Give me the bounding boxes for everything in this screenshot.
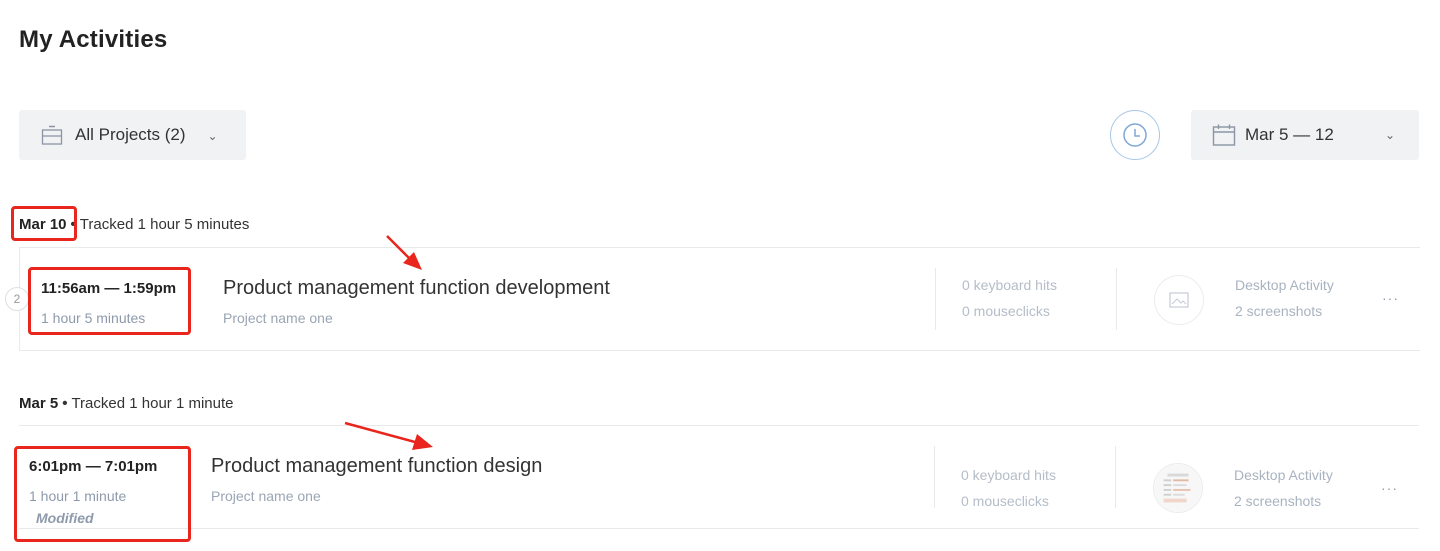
divider xyxy=(935,268,936,330)
projects-filter-dropdown[interactable]: All Projects (2) ⌄ xyxy=(19,110,246,160)
more-options-button[interactable]: ··· xyxy=(1381,480,1398,496)
activity-project-name: Project name one xyxy=(223,310,333,326)
day-header: Mar 10 • Tracked 1 hour 5 minutes xyxy=(19,216,249,233)
day-header: Mar 5 • Tracked 1 hour 1 minute xyxy=(19,395,233,412)
more-options-button[interactable]: ··· xyxy=(1382,290,1399,306)
chevron-down-icon: ⌄ xyxy=(1384,128,1395,142)
activity-project-name: Project name one xyxy=(211,488,321,504)
activity-title: Product management function development xyxy=(223,277,610,299)
calendar-icon xyxy=(1212,124,1236,146)
activity-time-range: 6:01pm — 7:01pm xyxy=(29,458,158,475)
activity-title: Product management function design xyxy=(211,455,543,477)
chevron-down-icon: ⌄ xyxy=(207,129,218,143)
keyboard-hits: 0 keyboard hits xyxy=(962,277,1057,293)
day-date: Mar 10 xyxy=(19,216,67,233)
activity-group-count-badge[interactable]: 2 xyxy=(5,287,29,311)
divider xyxy=(934,446,935,508)
day-tracked-total: Tracked 1 hour 5 minutes xyxy=(79,216,250,233)
page-title: My Activities xyxy=(19,26,168,53)
screenshot-thumbnail[interactable] xyxy=(1154,275,1204,325)
date-range-label: Mar 5 — 12 xyxy=(1245,125,1334,144)
divider xyxy=(1115,446,1116,508)
clock-icon xyxy=(1123,123,1147,147)
screenshot-thumbnail[interactable] xyxy=(1153,463,1203,513)
screenshot-thumbnail-image xyxy=(1154,464,1202,512)
date-range-dropdown[interactable]: Mar 5 — 12 ⌄ xyxy=(1191,110,1419,160)
desktop-activity-label[interactable]: Desktop Activity xyxy=(1235,277,1334,293)
activity-time-range: 11:56am — 1:59pm xyxy=(41,280,177,297)
separator-dot: • xyxy=(70,216,76,233)
activity-duration: 1 hour 1 minute xyxy=(29,488,127,504)
day-date: Mar 5 xyxy=(19,395,59,412)
desktop-activity-label[interactable]: Desktop Activity xyxy=(1234,467,1333,483)
projects-filter-label: All Projects (2) xyxy=(75,125,186,144)
day-tracked-total: Tracked 1 hour 1 minute xyxy=(71,395,234,412)
activity-duration: 1 hour 5 minutes xyxy=(41,310,146,326)
screenshots-count: 2 screenshots xyxy=(1234,493,1322,509)
screenshots-count: 2 screenshots xyxy=(1235,303,1323,319)
separator-dot: • xyxy=(62,395,68,412)
briefcase-icon xyxy=(41,125,63,145)
activity-card[interactable]: 11:56am — 1:59pm 1 hour 5 minutes Produc… xyxy=(19,247,1420,351)
activity-card[interactable]: 6:01pm — 7:01pm 1 hour 1 minute Modified… xyxy=(19,425,1419,529)
modified-label: Modified xyxy=(36,510,94,526)
divider xyxy=(1116,268,1117,330)
keyboard-hits: 0 keyboard hits xyxy=(961,467,1056,483)
mouseclicks: 0 mouseclicks xyxy=(961,493,1049,509)
time-view-toggle-button[interactable] xyxy=(1110,110,1160,160)
image-placeholder-icon xyxy=(1169,292,1189,308)
mouseclicks: 0 mouseclicks xyxy=(962,303,1050,319)
